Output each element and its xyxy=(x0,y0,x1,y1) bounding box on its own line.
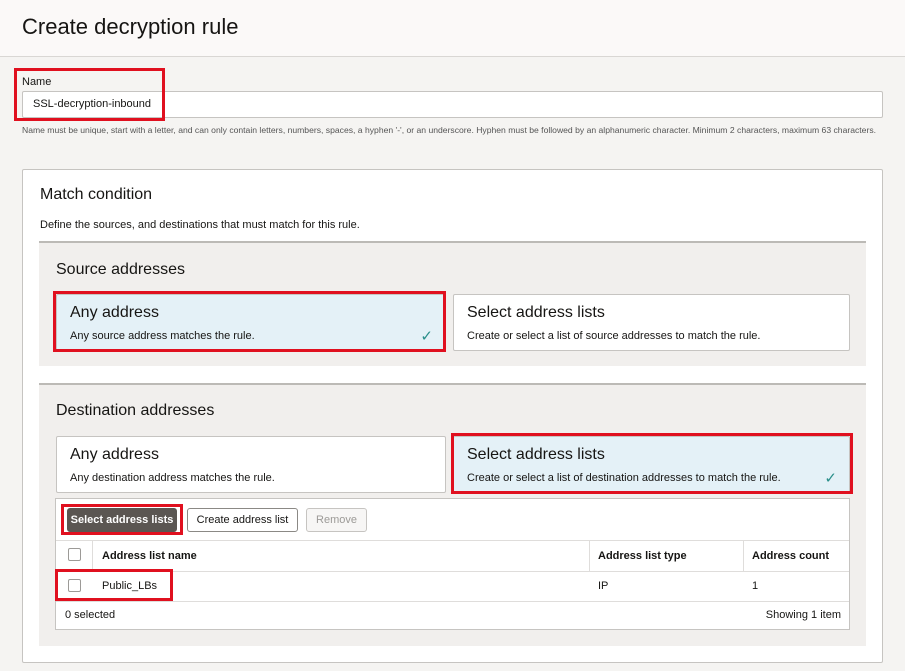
match-condition-title: Match condition xyxy=(40,186,153,203)
select-address-lists-button[interactable]: Select address lists xyxy=(67,508,177,532)
option-description: Any destination address matches the rule… xyxy=(70,472,275,484)
column-header-count[interactable]: Address count xyxy=(752,550,829,562)
remove-button[interactable]: Remove xyxy=(306,508,367,532)
divider xyxy=(56,571,849,572)
divider xyxy=(92,541,93,571)
column-header-name[interactable]: Address list name xyxy=(102,550,197,562)
page-title: Create decryption rule xyxy=(22,14,239,39)
option-title: Any address xyxy=(70,446,159,463)
checkmark-icon: ✓ xyxy=(420,328,433,345)
table-cell-type: IP xyxy=(598,580,609,592)
source-addresses-title: Source addresses xyxy=(56,261,185,278)
option-description: Any source address matches the rule. xyxy=(70,330,255,342)
selected-count: 0 selected xyxy=(65,609,116,621)
source-select-lists-option[interactable]: Select address lists Create or select a … xyxy=(453,294,850,351)
showing-count: Showing 1 item xyxy=(765,609,841,621)
option-description: Create or select a list of destination a… xyxy=(467,472,781,484)
name-input[interactable]: SSL-decryption-inbound xyxy=(22,91,883,118)
destination-select-lists-option[interactable]: Select address lists Create or select a … xyxy=(453,436,850,493)
table-cell-name: Public_LBs xyxy=(102,580,158,592)
select-all-checkbox[interactable] xyxy=(68,548,81,561)
divider xyxy=(589,541,590,571)
divider xyxy=(56,540,849,541)
divider xyxy=(743,541,744,571)
create-address-list-button[interactable]: Create address list xyxy=(187,508,298,532)
divider xyxy=(56,601,849,602)
column-header-type[interactable]: Address list type xyxy=(598,550,687,562)
destination-any-address-option[interactable]: Any address Any destination address matc… xyxy=(56,436,446,493)
page-header: Create decryption rule xyxy=(0,0,905,57)
name-label: Name xyxy=(22,76,52,88)
destination-addresses-title: Destination addresses xyxy=(56,402,215,419)
checkmark-icon: ✓ xyxy=(824,470,837,487)
match-condition-description: Define the sources, and destinations tha… xyxy=(40,219,360,231)
option-title: Any address xyxy=(70,304,159,321)
option-description: Create or select a list of source addres… xyxy=(467,330,761,342)
table-cell-count: 1 xyxy=(752,580,759,592)
option-title: Select address lists xyxy=(467,446,605,463)
source-any-address-option[interactable]: Any address Any source address matches t… xyxy=(56,294,446,351)
row-checkbox[interactable] xyxy=(68,579,81,592)
option-title: Select address lists xyxy=(467,304,605,321)
name-hint: Name must be unique, start with a letter… xyxy=(22,125,876,135)
